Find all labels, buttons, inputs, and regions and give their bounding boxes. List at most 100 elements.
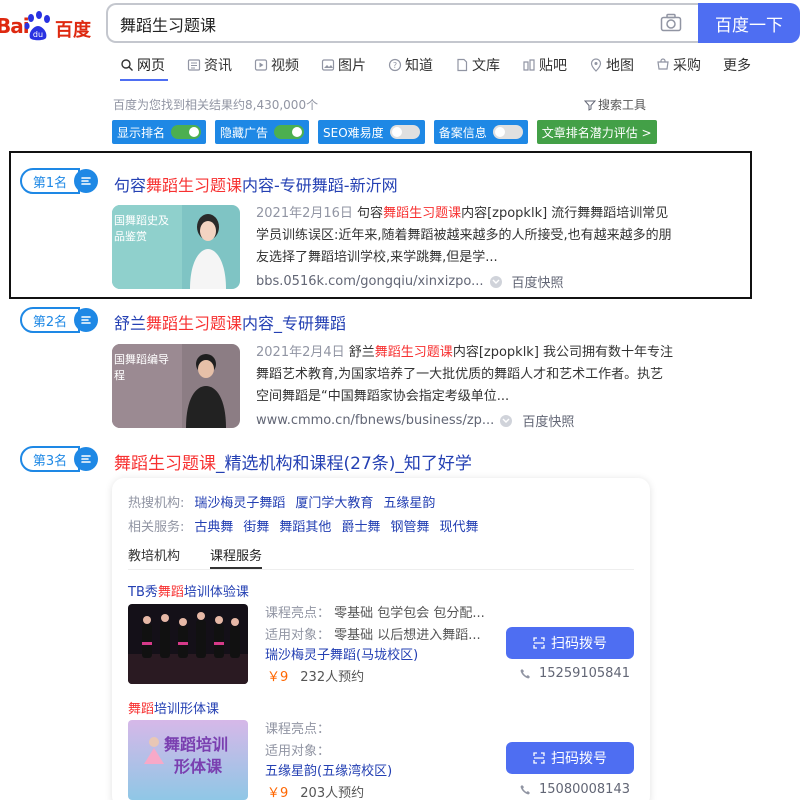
field-label: 适用对象：	[265, 744, 331, 759]
toggle-switch[interactable]	[171, 125, 202, 139]
camera-icon[interactable]	[660, 13, 682, 33]
course-2-scan-call-button[interactable]: 扫码拨号	[506, 742, 634, 774]
tab-7[interactable]: 地图	[589, 54, 634, 76]
course-1-thumbnail[interactable]	[128, 604, 248, 684]
filter-icon	[584, 100, 596, 111]
plugin-toggle-button[interactable]: 显示排名	[112, 120, 207, 144]
tab-8[interactable]: 采购	[656, 54, 701, 76]
tab-9[interactable]: 更多	[723, 54, 751, 76]
plugin-toggle-button[interactable]: 备案信息	[433, 120, 528, 144]
plugin-button-label: SEO难易度	[323, 125, 384, 140]
rank-badge-3: 第3名	[20, 446, 100, 472]
rank-logo-icon	[74, 308, 98, 332]
course-title-part: 培训体验课	[183, 585, 249, 600]
course-title-part: TB秀	[128, 585, 158, 600]
result-2-thumbnail[interactable]: 国舞蹈编导 程	[112, 344, 240, 428]
toggle-switch[interactable]	[274, 125, 305, 139]
tab-label: 知道	[405, 58, 433, 74]
course-title-keyword: 舞蹈	[157, 585, 184, 600]
svg-text:程: 程	[114, 369, 125, 382]
plugin-button-label: 显示排名	[117, 125, 166, 140]
plugin-toggle-button[interactable]: SEO难易度	[318, 120, 425, 144]
aggregator-card: 热搜机构: 瑞沙梅灵子舞蹈 厦门学大教育 五缘星韵 相关服务: 古典舞 街舞 舞…	[112, 478, 650, 800]
result-1-title[interactable]: 句容舞蹈生习题课内容-专研舞蹈-新沂网	[114, 172, 398, 196]
hot-institutions-row: 热搜机构: 瑞沙梅灵子舞蹈 厦门学大教育 五缘星韵	[128, 492, 435, 511]
title-keyword: 舞蹈生习题课	[146, 314, 243, 333]
baidu-paw-icon: du	[24, 11, 50, 41]
dropdown-icon[interactable]	[489, 275, 502, 288]
image-icon	[321, 59, 335, 71]
tab-2[interactable]: 视频	[254, 54, 299, 76]
question-icon: ?	[388, 58, 402, 72]
course-1-institution[interactable]: 瑞沙梅灵子舞蹈(马垅校区)	[265, 644, 418, 663]
row-label: 相关服务:	[128, 520, 185, 535]
tab-6[interactable]: 贴吧	[522, 54, 567, 76]
hot-institution-link[interactable]: 五缘星韵	[383, 492, 435, 511]
course-2-thumbnail[interactable]: 舞蹈培训 形体课	[128, 720, 248, 800]
tab-5[interactable]: 文库	[455, 54, 500, 76]
tab-label: 更多	[723, 58, 751, 74]
doc-icon	[457, 58, 468, 72]
search-tools-button[interactable]: 搜索工具	[584, 96, 646, 113]
result-3-title[interactable]: 舞蹈生习题课_精选机构和课程(27条)_知了好学	[114, 449, 472, 474]
tab-4[interactable]: ? 知道	[388, 54, 433, 76]
tab-institutions[interactable]: 教培机构	[128, 545, 180, 564]
related-service-link[interactable]: 舞蹈其他	[279, 516, 331, 535]
rank-logo-icon	[74, 169, 98, 193]
related-service-link[interactable]: 钢管舞	[390, 516, 429, 535]
result-count: 百度为您找到相关结果约8,430,000个	[113, 98, 319, 112]
course-booked-count: 203人预约	[300, 786, 365, 800]
search-button[interactable]: 百度一下	[698, 3, 800, 43]
hot-institution-link[interactable]: 厦门学大教育	[295, 492, 373, 511]
search-input[interactable]	[120, 13, 640, 35]
result-1-description: 2021年2月16日 句容舞蹈生习题课内容[zpopklk] 流行舞舞蹈培训常见…	[256, 203, 674, 269]
seo-plugin-toolbar: 显示排名 隐藏广告 SEO难易度 备案信息 文章排名潜力评估 >	[112, 120, 657, 144]
field-value: 零基础 以后想进入舞蹈...	[334, 628, 481, 643]
course-1-highlight: 课程亮点： 零基础 包学包会 包分配...	[265, 602, 485, 621]
tab-1[interactable]: 资讯	[187, 54, 232, 76]
toggle-switch[interactable]	[389, 125, 420, 139]
hot-institution-link[interactable]: 瑞沙梅灵子舞蹈	[194, 492, 285, 511]
course-1-scan-call-button[interactable]: 扫码拨号	[506, 627, 634, 659]
rank-label: 第3名	[20, 446, 80, 472]
tab-label: 图片	[338, 58, 366, 74]
title-part: 舒兰	[114, 314, 147, 333]
dropdown-icon[interactable]	[500, 414, 513, 427]
related-service-link[interactable]: 爵士舞	[341, 516, 380, 535]
tab-label: 地图	[606, 58, 634, 74]
rank-badge-1: 第1名	[20, 168, 100, 194]
tab-0[interactable]: 网页	[120, 54, 165, 76]
result-date: 2021年2月4日	[256, 345, 345, 360]
svg-text:国舞蹈史及: 国舞蹈史及	[114, 214, 169, 227]
title-part: 句容	[114, 176, 147, 195]
related-service-link[interactable]: 现代舞	[439, 516, 478, 535]
course-booked-count: 232人预约	[300, 670, 365, 685]
related-service-link[interactable]: 古典舞	[194, 516, 233, 535]
result-url[interactable]: www.cmmo.cn/fbnews/business/zp...	[256, 413, 494, 428]
result-url[interactable]: bbs.0516k.com/gongqiu/xinxizpo...	[256, 274, 484, 289]
tab-courses[interactable]: 课程服务	[210, 545, 262, 564]
tab-3[interactable]: 图片	[321, 54, 366, 76]
course-1-title[interactable]: TB秀舞蹈培训体验课	[128, 581, 249, 600]
related-services-row: 相关服务: 古典舞 街舞 舞蹈其他 爵士舞 钢管舞 现代舞	[128, 516, 478, 535]
result-2-title[interactable]: 舒兰舞蹈生习题课内容_专研舞蹈	[114, 310, 346, 334]
tab-label: 采购	[673, 58, 701, 74]
phone-icon	[520, 785, 530, 795]
title-part: _精选机构和课程(27条)_知了好学	[216, 454, 472, 474]
course-title-part: 培训形体课	[154, 702, 220, 717]
result-1-thumbnail[interactable]: 国舞蹈史及 品鉴赏	[112, 205, 240, 289]
plugin-button-label: 文章排名潜力评估 >	[541, 125, 652, 140]
course-2-title[interactable]: 舞蹈培训形体课	[128, 698, 219, 717]
related-service-link[interactable]: 街舞	[243, 516, 269, 535]
course-2-institution[interactable]: 五缘星韵(五缘湾校区)	[265, 760, 392, 779]
toggle-switch[interactable]	[492, 125, 523, 139]
snapshot-link[interactable]: 百度快照	[512, 272, 564, 291]
plugin-toggle-button[interactable]: 文章排名潜力评估 >	[536, 120, 657, 144]
snapshot-link[interactable]: 百度快照	[522, 411, 574, 430]
course-2-target: 适用对象：	[265, 740, 330, 759]
phone-number: 15259105841	[539, 666, 630, 681]
plugin-toggle-button[interactable]: 隐藏广告	[215, 120, 310, 144]
svg-text:国舞蹈编导: 国舞蹈编导	[114, 352, 169, 366]
phone-icon	[520, 669, 530, 679]
baidu-logo[interactable]: Bai du 百度	[0, 6, 100, 42]
